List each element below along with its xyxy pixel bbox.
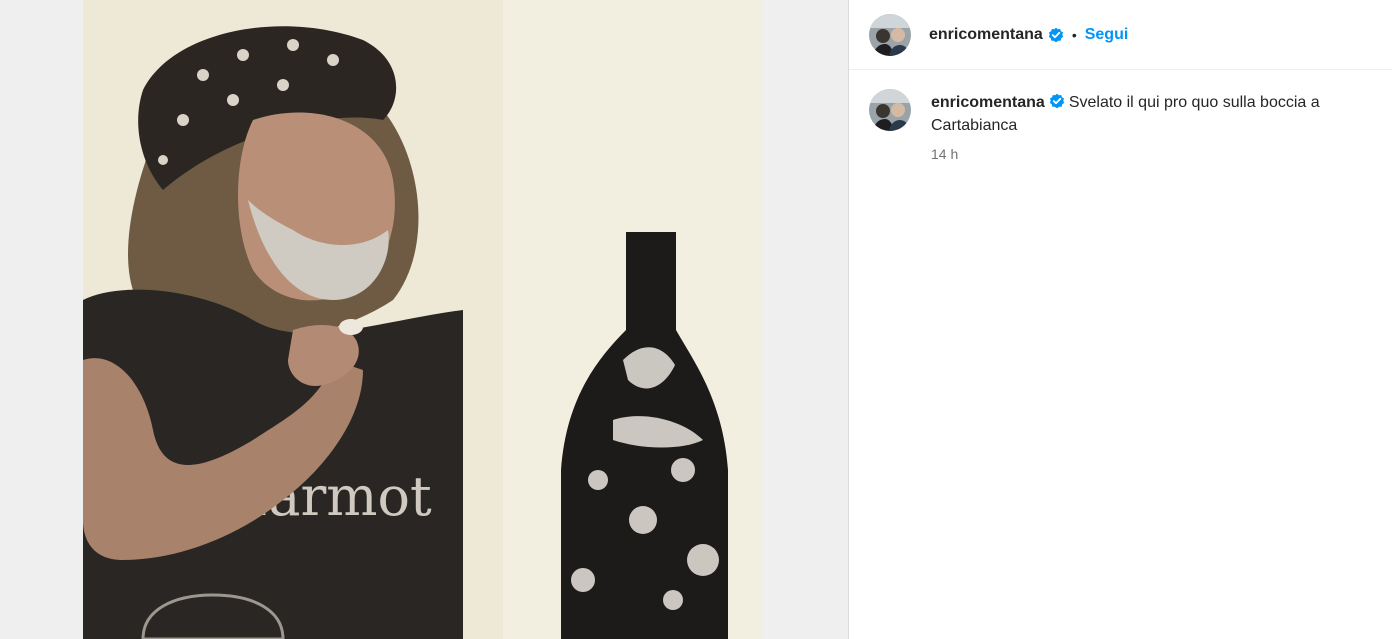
avatar[interactable] — [869, 13, 911, 56]
caption-text-line: enricomentana Svelato il qui pro quo sul… — [931, 91, 1369, 137]
username[interactable]: enricomentana — [929, 26, 1043, 44]
caption-avatar[interactable] — [869, 89, 911, 131]
caption-username[interactable]: enricomentana — [931, 94, 1045, 111]
post-header: enricomentana • Segui — [849, 0, 1392, 70]
post-photo[interactable]: Marmot — [83, 0, 762, 639]
separator-dot: • — [1071, 26, 1077, 43]
caption-comment: enricomentana Svelato il qui pro quo sul… — [869, 89, 1369, 162]
verified-badge-icon — [1048, 27, 1064, 43]
right-backdrop — [762, 0, 848, 639]
caption-avatar-image — [869, 89, 911, 131]
follow-button[interactable]: Segui — [1085, 26, 1129, 44]
avatar-image — [869, 13, 911, 56]
caption-timestamp: 14 h — [931, 146, 959, 162]
post-photo-illustration: Marmot — [83, 0, 762, 639]
instagram-post-view: Marmot enricomentana • Segui enricomenta… — [0, 0, 1392, 639]
caption-body: enricomentana Svelato il qui pro quo sul… — [931, 91, 1369, 162]
caption-verified-badge-icon — [1049, 93, 1065, 109]
post-side-panel: enricomentana • Segui enricomentana Svel… — [848, 0, 1392, 639]
left-backdrop — [0, 0, 83, 639]
